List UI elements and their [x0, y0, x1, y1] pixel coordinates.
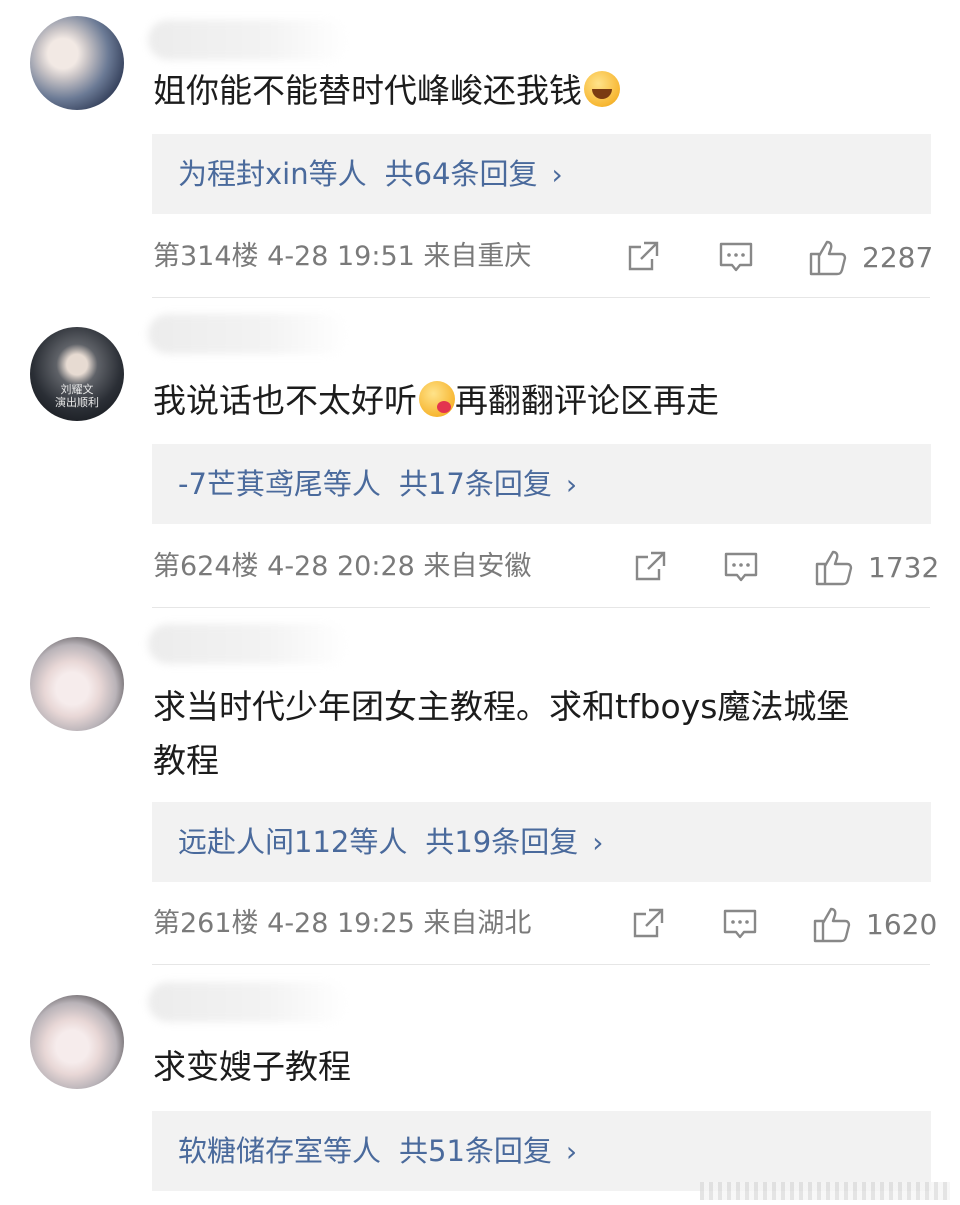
thumbs-up-icon — [809, 240, 847, 276]
blurred-username — [148, 982, 348, 1022]
share-icon — [633, 908, 664, 938]
comment-actions: 1732 — [610, 547, 939, 587]
blurred-username — [148, 624, 348, 664]
comment-button[interactable] — [722, 904, 758, 944]
chevron-right-icon: › — [565, 468, 578, 501]
laughing-crying-emoji-icon — [584, 71, 620, 107]
comment-actions: 2287 — [610, 237, 933, 277]
like-button[interactable]: 1620 — [812, 904, 937, 944]
reply-names: 软糖储存室等人 — [178, 1134, 382, 1168]
comment-text: 我说话也不太好听 再翻翻评论区再走 — [153, 381, 719, 420]
comment-icon — [719, 242, 753, 272]
comment-meta: 第314楼 4-28 19:51 来自重庆 — [153, 237, 531, 277]
reply-count: 共64条回复 — [384, 157, 538, 191]
chevron-right-icon: › — [551, 158, 563, 191]
timestamp: 4-28 20:28 — [267, 551, 415, 582]
comment-button[interactable] — [718, 237, 754, 277]
location: 来自重庆 — [423, 241, 532, 272]
comment-text: 求当时代少年团女主教程。求和tfboys魔法城堡 教程 — [153, 687, 850, 780]
timestamp: 4-28 19:51 — [267, 241, 415, 272]
like-count: 1620 — [866, 907, 938, 941]
share-button[interactable] — [632, 547, 668, 587]
comment-button[interactable] — [723, 547, 759, 587]
divider — [152, 607, 930, 608]
blurred-username — [148, 20, 348, 60]
reply-summary[interactable]: 软糖储存室等人 共51条回复 › — [152, 1111, 931, 1191]
like-button[interactable]: 1732 — [814, 547, 939, 587]
comment-icon — [723, 909, 757, 939]
watermark-strip — [700, 1182, 950, 1200]
share-icon — [628, 241, 659, 271]
reply-names: -7芒萁鸢尾等人 — [178, 467, 381, 501]
avatar[interactable] — [30, 16, 124, 110]
thumbs-up-icon — [815, 550, 853, 586]
reply-count: 共17条回复 — [398, 467, 552, 501]
floor-number: 第314楼 — [153, 241, 259, 272]
location: 来自湖北 — [423, 908, 532, 939]
reply-count: 共19条回复 — [425, 825, 579, 859]
reply-count: 共51条回复 — [399, 1134, 552, 1168]
blurred-username — [148, 314, 348, 354]
reply-names: 远赴人间112等人 — [178, 825, 408, 859]
thumbs-up-icon — [813, 907, 851, 943]
share-button[interactable] — [625, 237, 661, 277]
share-icon — [635, 551, 666, 581]
avatar[interactable] — [30, 995, 124, 1089]
reply-summary[interactable]: 远赴人间112等人 共19条回复 › — [152, 802, 931, 882]
divider — [152, 297, 930, 298]
comment-text: 求变嫂子教程 — [153, 1047, 351, 1086]
comment-actions: 1620 — [610, 904, 937, 944]
avatar[interactable] — [30, 637, 124, 731]
chevron-right-icon: › — [565, 1135, 578, 1168]
reply-summary[interactable]: -7芒萁鸢尾等人 共17条回复 › — [152, 444, 931, 524]
reply-names: 为程封xin等人 — [178, 157, 367, 191]
like-count: 1732 — [868, 550, 940, 584]
like-button[interactable]: 2287 — [808, 237, 933, 277]
comment-meta: 第261楼 4-28 19:25 来自湖北 — [153, 904, 531, 944]
like-count: 2287 — [862, 240, 934, 274]
reply-summary[interactable]: 为程封xin等人 共64条回复 › — [152, 134, 931, 214]
avatar-caption: 刘耀文 演出顺利 — [55, 383, 99, 409]
location: 来自安徽 — [423, 551, 532, 582]
floor-number: 第624楼 — [153, 551, 259, 582]
timestamp: 4-28 19:25 — [267, 908, 415, 939]
comment-text: 姐你能不能替时代峰峻还我钱 — [153, 64, 924, 118]
avatar[interactable]: 刘耀文 演出顺利 — [30, 327, 124, 421]
blushing-face-emoji-icon — [419, 381, 455, 417]
share-button[interactable] — [630, 904, 666, 944]
comment-meta: 第624楼 4-28 20:28 来自安徽 — [153, 547, 531, 587]
divider — [152, 964, 930, 965]
chevron-right-icon: › — [592, 826, 604, 859]
comment-icon — [724, 552, 758, 582]
floor-number: 第261楼 — [153, 908, 259, 939]
